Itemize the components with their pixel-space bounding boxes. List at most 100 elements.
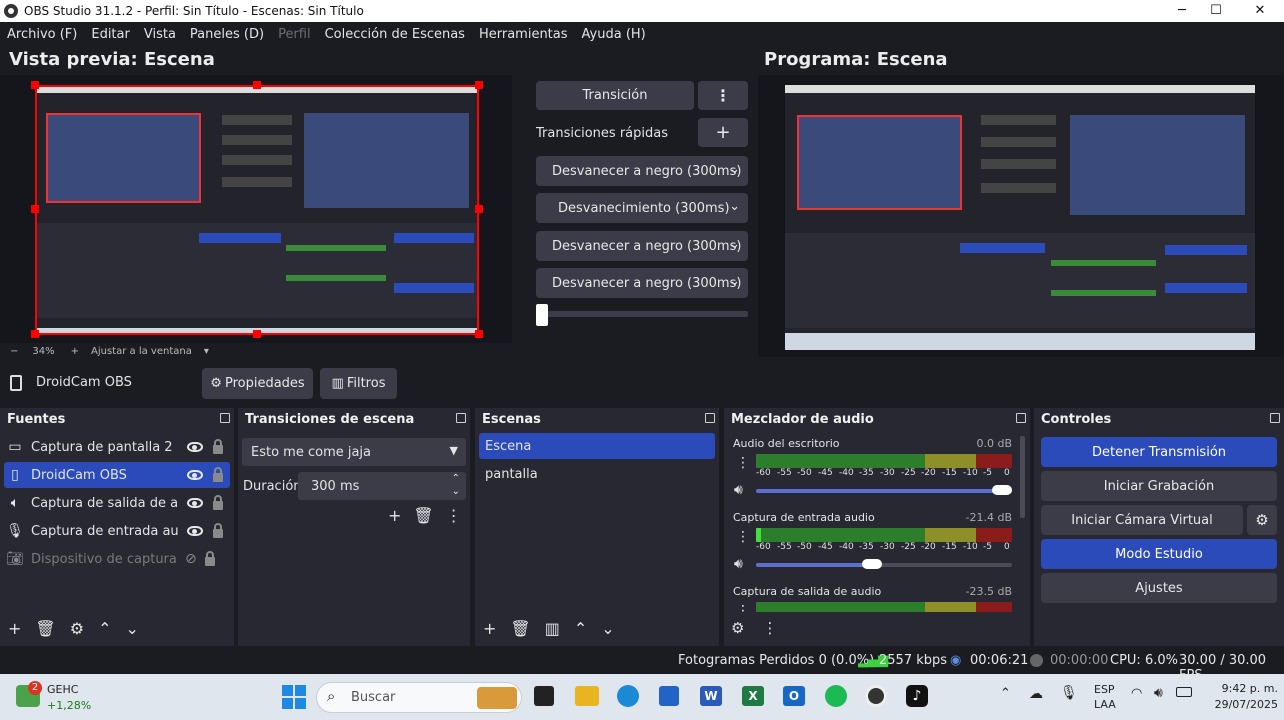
popout-icon[interactable] bbox=[456, 413, 466, 423]
quick-transition-3[interactable]: Desvanecer a negro (300ms) ⌄ bbox=[536, 231, 748, 261]
chevron-up-icon[interactable]: ⌃ bbox=[1000, 686, 1011, 701]
scene-item-selected[interactable]: Escena bbox=[479, 433, 715, 459]
language-indicator[interactable]: ESP bbox=[1094, 683, 1115, 696]
mixer-scrollbar[interactable] bbox=[1020, 436, 1025, 518]
volume-slider-track[interactable] bbox=[756, 489, 1012, 493]
lock-icon[interactable] bbox=[213, 439, 223, 454]
trash-icon[interactable]: 🗑︎ bbox=[35, 619, 55, 638]
resize-handle[interactable] bbox=[475, 330, 483, 338]
lock-icon[interactable] bbox=[213, 523, 223, 538]
transition-menu-button[interactable]: ⋮ bbox=[698, 81, 748, 110]
kebab-icon[interactable]: ⋮ bbox=[736, 455, 750, 471]
menu-vista[interactable]: Vista bbox=[137, 27, 183, 42]
maximize-button[interactable]: ☐ bbox=[1194, 0, 1238, 22]
plus-icon[interactable]: + bbox=[388, 506, 401, 525]
battery-icon[interactable] bbox=[1176, 687, 1192, 697]
edge-browser-icon[interactable] bbox=[617, 685, 639, 707]
kebab-icon[interactable]: ⋮ bbox=[762, 619, 777, 637]
obs-taskbar-icon[interactable] bbox=[865, 685, 887, 707]
eye-icon[interactable] bbox=[187, 470, 203, 480]
trash-icon[interactable]: 🗑︎ bbox=[413, 506, 433, 525]
onedrive-icon[interactable]: ☁ bbox=[1029, 686, 1043, 702]
quick-transition-4[interactable]: Desvanecer a negro (300ms) ⌄ bbox=[536, 268, 748, 298]
tbar-handle[interactable] bbox=[536, 304, 548, 326]
plus-icon[interactable]: + bbox=[8, 619, 21, 638]
plus-icon[interactable]: + bbox=[483, 619, 496, 638]
gear-icon[interactable]: ⚙ bbox=[70, 619, 84, 638]
properties-button[interactable]: ⚙ Propiedades bbox=[202, 368, 313, 399]
up-arrow-icon[interactable]: ⌃ bbox=[98, 619, 111, 638]
start-virtual-camera-button[interactable]: Iniciar Cámara Virtual bbox=[1041, 505, 1243, 535]
source-item[interactable]: ▭ Captura de pantalla 2 bbox=[4, 434, 230, 460]
studio-mode-button[interactable]: Modo Estudio bbox=[1041, 539, 1277, 569]
resize-handle[interactable] bbox=[31, 81, 39, 89]
kebab-icon[interactable]: ⋮ bbox=[736, 603, 750, 612]
fit-window-label[interactable]: Ajustar a la ventana bbox=[91, 346, 192, 357]
popout-icon[interactable] bbox=[705, 413, 715, 423]
close-button[interactable]: ✕ bbox=[1238, 0, 1282, 22]
excel-icon[interactable]: X bbox=[742, 686, 764, 706]
source-item-hidden[interactable]: 📷︎ Dispositivo de captura de vídeo ⊘ bbox=[4, 546, 230, 572]
menu-coleccion[interactable]: Colección de Escenas bbox=[318, 27, 472, 42]
spotify-icon[interactable] bbox=[825, 685, 847, 707]
down-arrow-icon[interactable]: ⌄ bbox=[125, 619, 138, 638]
trash-icon[interactable]: 🗑︎ bbox=[510, 619, 530, 638]
add-quick-transition-button[interactable]: + bbox=[698, 118, 748, 147]
preview-canvas[interactable] bbox=[0, 75, 512, 343]
transition-select[interactable]: Esto me come jaja ▼ bbox=[242, 438, 466, 466]
clock-time[interactable]: 9:42 p. m. bbox=[1210, 682, 1278, 695]
menu-ayuda[interactable]: Ayuda (H) bbox=[575, 27, 653, 42]
chevron-down-icon[interactable]: ▾ bbox=[204, 346, 209, 357]
selection-box[interactable] bbox=[35, 85, 479, 335]
tiktok-icon[interactable]: ♪ bbox=[906, 685, 928, 707]
filters-button[interactable]: ▥ Filtros bbox=[320, 368, 397, 399]
word-icon[interactable]: W bbox=[700, 686, 722, 706]
menu-perfil[interactable]: Perfil bbox=[271, 27, 318, 42]
tbar-track[interactable] bbox=[536, 311, 748, 317]
file-explorer-icon[interactable] bbox=[575, 686, 599, 706]
eye-icon[interactable] bbox=[187, 442, 203, 452]
microphone-icon[interactable]: 🎙︎ bbox=[1060, 685, 1078, 701]
transition-button[interactable]: Transición bbox=[536, 81, 694, 110]
wifi-icon[interactable]: ◠ bbox=[1131, 686, 1142, 701]
taskbar-search[interactable]: ⌕ Buscar bbox=[316, 682, 522, 713]
volume-slider-knob[interactable] bbox=[992, 485, 1012, 495]
source-item[interactable]: 🎙︎ Captura de entrada audio bbox=[4, 518, 230, 544]
zoom-out-button[interactable]: − bbox=[10, 346, 18, 357]
kebab-icon[interactable]: ⋮ bbox=[736, 529, 750, 545]
down-arrow-icon[interactable]: ⌄ bbox=[601, 619, 614, 638]
volume-icon[interactable]: 🔊︎ bbox=[1154, 685, 1163, 701]
resize-handle[interactable] bbox=[475, 205, 483, 213]
popout-icon[interactable] bbox=[1016, 413, 1026, 423]
store-icon[interactable] bbox=[659, 686, 679, 706]
volume-slider-knob[interactable] bbox=[862, 559, 883, 569]
eye-icon[interactable] bbox=[187, 498, 203, 508]
filter-icon[interactable]: ▥ bbox=[545, 619, 560, 638]
menu-archivo[interactable]: Archivo (F) bbox=[0, 27, 84, 42]
start-recording-button[interactable]: Iniciar Grabación bbox=[1041, 471, 1277, 501]
menu-editar[interactable]: Editar bbox=[84, 27, 137, 42]
popout-icon[interactable] bbox=[220, 413, 230, 423]
kebab-icon[interactable]: ⋮ bbox=[446, 506, 462, 525]
popout-icon[interactable] bbox=[1270, 413, 1280, 423]
speaker-icon[interactable]: 🔊︎ bbox=[734, 482, 743, 498]
virtual-camera-settings-button[interactable]: ⚙ bbox=[1247, 505, 1277, 535]
up-arrow-icon[interactable]: ⌃ bbox=[574, 619, 587, 638]
resize-handle[interactable] bbox=[31, 205, 39, 213]
eye-hidden-icon[interactable]: ⊘ bbox=[185, 551, 197, 567]
keyboard-layout[interactable]: LAA bbox=[1094, 698, 1116, 711]
lock-icon[interactable] bbox=[213, 467, 223, 482]
resize-handle[interactable] bbox=[475, 81, 483, 89]
duration-spinbox[interactable]: 300 ms ⌃ ⌄ bbox=[298, 472, 466, 500]
source-item-selected[interactable]: ▯ DroidCam OBS bbox=[4, 462, 230, 488]
advanced-audio-icon[interactable]: ⚙ bbox=[731, 619, 744, 637]
lock-icon[interactable] bbox=[213, 495, 223, 510]
eye-icon[interactable] bbox=[187, 526, 203, 536]
settings-button[interactable]: Ajustes bbox=[1041, 573, 1277, 603]
speaker-icon[interactable]: 🔊︎ bbox=[734, 556, 743, 572]
outlook-icon[interactable]: O bbox=[783, 686, 805, 706]
quick-transition-1[interactable]: Desvanecer a negro (300ms) ⌄ bbox=[536, 156, 748, 186]
clock-date[interactable]: 29/07/2025 bbox=[1210, 698, 1278, 711]
menu-herramientas[interactable]: Herramientas bbox=[472, 27, 575, 42]
scene-item[interactable]: pantalla bbox=[479, 461, 715, 487]
